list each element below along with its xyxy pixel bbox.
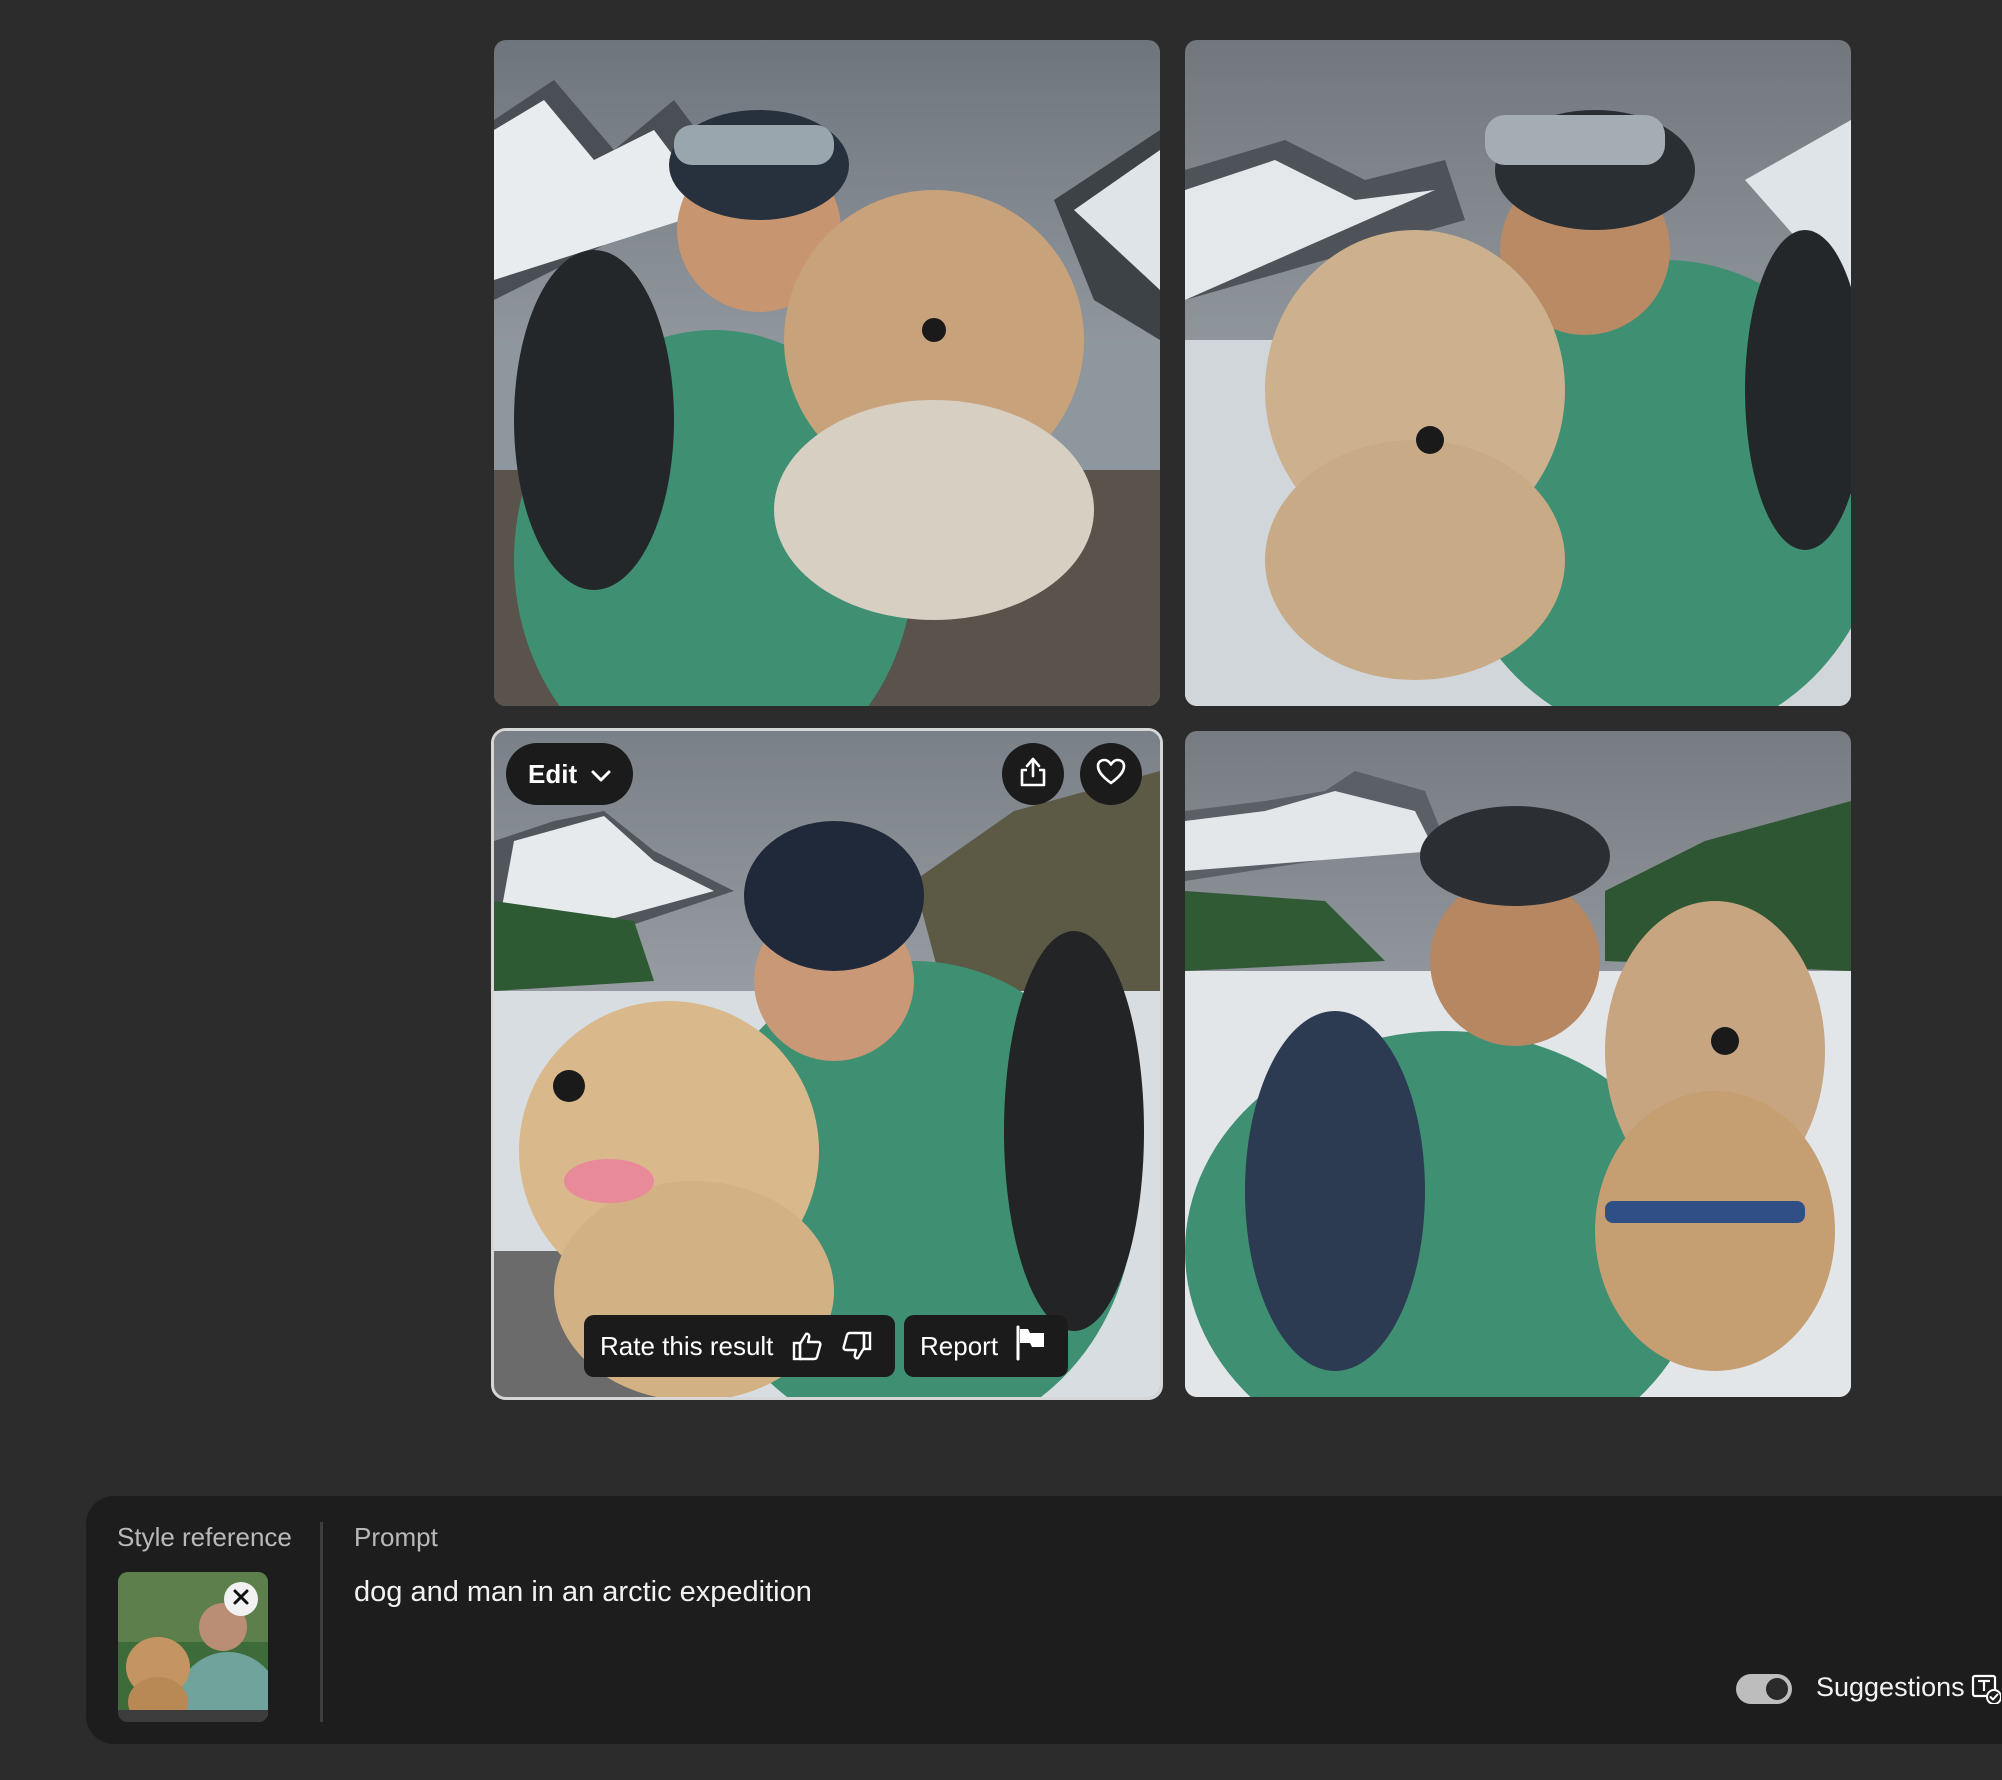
style-reference-thumbnail[interactable] [118, 1572, 268, 1722]
share-button[interactable] [1002, 743, 1064, 805]
result-image-4[interactable] [1185, 731, 1851, 1397]
toggle-knob [1766, 1678, 1788, 1700]
suggestions-label: Suggestions [1816, 1672, 1965, 1702]
result-image-2[interactable] [1185, 40, 1851, 706]
report-label: Report [920, 1330, 999, 1361]
remove-style-reference-button[interactable] [224, 1582, 258, 1616]
heart-icon [1096, 758, 1126, 791]
prompt-panel: Style reference Prompt dog and man in an… [86, 1496, 2002, 1744]
edit-label: Edit [528, 758, 578, 789]
result-photo [1185, 40, 1851, 706]
thumbs-up-icon[interactable] [791, 1330, 823, 1362]
result-photo [1185, 731, 1851, 1397]
chevron-down-icon [591, 759, 611, 790]
style-reference-label: Style reference [117, 1522, 292, 1552]
report-button[interactable]: Report [904, 1315, 1069, 1377]
close-icon [233, 1589, 249, 1610]
result-image-1[interactable] [494, 40, 1160, 706]
result-photo [494, 40, 1160, 706]
prompt-input[interactable]: dog and man in an arctic expedition [354, 1576, 1554, 1609]
app-page: Edit Rate this result Report Style refer… [0, 0, 2002, 1780]
thumbs-down-icon[interactable] [841, 1330, 873, 1362]
result-photo [494, 731, 1160, 1397]
prompt-label: Prompt [354, 1522, 438, 1552]
suggestions-toggle[interactable] [1736, 1674, 1792, 1704]
flag-icon [1014, 1325, 1048, 1368]
rate-label: Rate this result [600, 1330, 774, 1361]
share-icon [1018, 756, 1048, 793]
result-image-3[interactable]: Edit Rate this result Report [491, 728, 1163, 1400]
text-check-icon[interactable] [1971, 1672, 2002, 1705]
edit-button[interactable]: Edit [506, 743, 634, 805]
favorite-button[interactable] [1080, 743, 1142, 805]
rate-result-pill: Rate this result [584, 1315, 896, 1377]
panel-divider [320, 1522, 323, 1722]
